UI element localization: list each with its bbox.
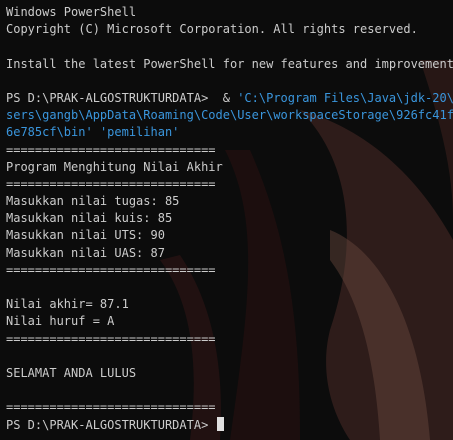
- separator: =============================: [6, 176, 216, 191]
- command-arg-bin: 6e785cf\bin': [6, 125, 93, 140]
- header-title: Windows PowerShell: [6, 5, 137, 19]
- input-tugas: Masukkan nilai tugas: 85: [6, 194, 180, 209]
- input-kuis: Masukkan nilai kuis: 85: [6, 211, 173, 226]
- command-arg-java: 'C:\Program Files\Java\jdk-20\bin\java.e…: [237, 90, 453, 105]
- command-line-3: 6e785cf\bin' 'pemilihan': [6, 124, 453, 141]
- install-message: Install the latest PowerShell for new fe…: [6, 56, 453, 71]
- prompt: PS D:\PRAK-ALGOSTRUKTURDATA>: [6, 90, 209, 105]
- text-cursor[interactable]: [216, 416, 224, 431]
- terminal-output[interactable]: Windows PowerShell Copyright (C) Microso…: [6, 4, 453, 440]
- prompt: PS D:\PRAK-ALGOSTRUKTURDATA>: [6, 417, 216, 432]
- separator: =============================: [6, 400, 216, 415]
- program-title: Program Menghitung Nilai Akhir: [6, 159, 223, 174]
- final-prompt-line[interactable]: PS D:\PRAK-ALGOSTRUKTURDATA>: [6, 416, 453, 434]
- separator: =============================: [6, 262, 216, 277]
- copyright-line: Copyright (C) Microsoft Corporation. All…: [6, 22, 418, 37]
- result-letter-grade: Nilai huruf = A: [6, 314, 115, 329]
- command-line-1: PS D:\PRAK-ALGOSTRUKTURDATA> & 'C:\Progr…: [6, 90, 453, 107]
- input-uts: Masukkan nilai UTS: 90: [6, 228, 165, 243]
- command-operator: &: [208, 90, 238, 105]
- command-arg-class: 'pemilihan': [99, 125, 180, 140]
- separator: =============================: [6, 142, 216, 157]
- separator: =============================: [6, 331, 216, 346]
- result-final-score: Nilai akhir= 87.1: [6, 297, 129, 312]
- command-line-2: sers\gangb\AppData\Roaming\Code\User\wor…: [6, 108, 453, 123]
- input-uas: Masukkan nilai UAS: 87: [6, 245, 165, 260]
- pass-message: SELAMAT ANDA LULUS: [6, 365, 137, 380]
